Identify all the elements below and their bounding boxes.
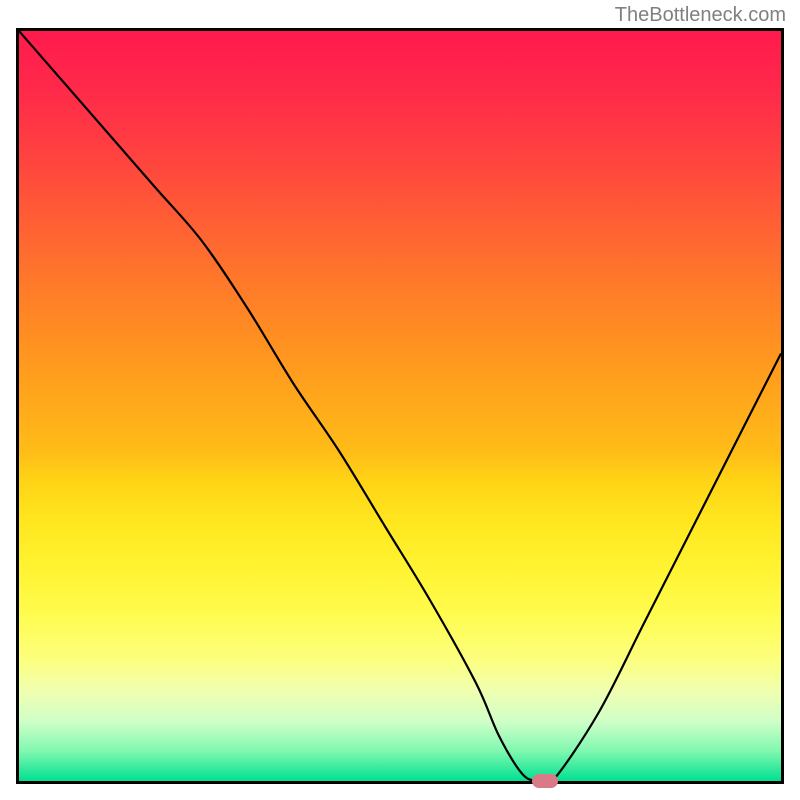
curve-svg: [19, 31, 781, 781]
optimal-marker: [532, 774, 558, 788]
chart-container: TheBottleneck.com: [0, 0, 800, 800]
watermark-text: TheBottleneck.com: [615, 4, 786, 27]
bottleneck-curve: [19, 31, 781, 781]
plot-area: [16, 28, 784, 784]
